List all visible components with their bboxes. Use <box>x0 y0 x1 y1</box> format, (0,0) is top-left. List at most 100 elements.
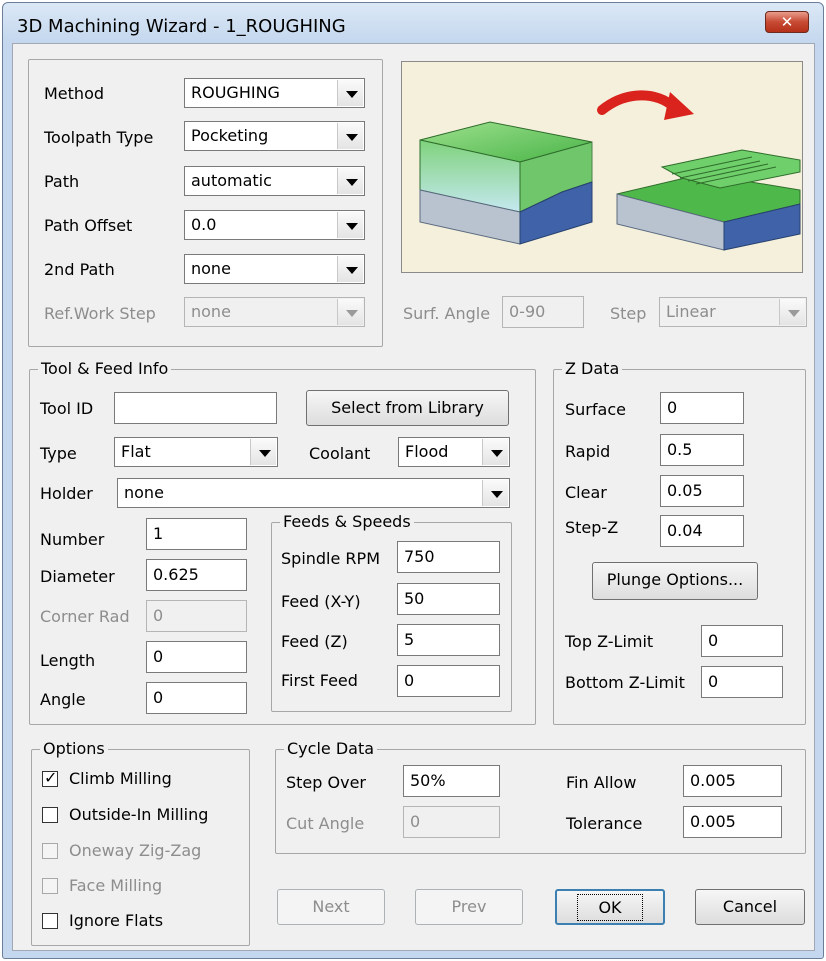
outside-in-checkbox[interactable] <box>42 807 58 823</box>
dialog-window: 3D Machining Wizard - 1_ROUGHING ✕ Metho… <box>2 2 824 959</box>
length-label: Length <box>40 651 96 670</box>
spindle-rpm-label: Spindle RPM <box>281 549 380 568</box>
toolpath-type-label: Toolpath Type <box>44 128 154 147</box>
chevron-down-icon <box>337 212 363 238</box>
method-label: Method <box>44 84 105 103</box>
bottom-z-limit-label: Bottom Z-Limit <box>565 673 685 692</box>
chevron-down-icon <box>779 299 805 325</box>
rapid-field[interactable]: 0.5 <box>660 434 744 466</box>
next-button: Next <box>277 889 385 925</box>
ignore-flats-label[interactable]: Ignore Flats <box>69 911 163 930</box>
ignore-flats-checkbox[interactable] <box>42 913 58 929</box>
rapid-label: Rapid <box>565 442 611 461</box>
roughing-illustration <box>419 90 801 251</box>
number-field[interactable]: 1 <box>146 518 247 550</box>
corner-rad-field: 0 <box>146 600 247 632</box>
plunge-options-button[interactable]: Plunge Options... <box>592 562 758 600</box>
clear-field[interactable]: 0.05 <box>660 475 744 507</box>
oneway-zigzag-label: Oneway Zig-Zag <box>69 841 202 860</box>
step-z-field[interactable]: 0.04 <box>660 515 744 547</box>
first-feed-field[interactable]: 0 <box>397 665 500 697</box>
tool-type-select[interactable]: Flat <box>114 437 278 467</box>
outside-in-label[interactable]: Outside-In Milling <box>69 805 208 824</box>
method-value: ROUGHING <box>191 83 280 102</box>
coolant-value: Flood <box>405 442 449 461</box>
surf-angle-label: Surf. Angle <box>403 304 491 323</box>
path-value: automatic <box>191 171 272 190</box>
climb-milling-label[interactable]: Climb Milling <box>69 769 172 788</box>
tool-type-label: Type <box>40 444 77 463</box>
options-title: Options <box>40 739 108 758</box>
tool-id-field[interactable] <box>114 392 277 424</box>
toolpath-type-select[interactable]: Pocketing <box>184 121 365 151</box>
step-over-label: Step Over <box>286 773 366 792</box>
oneway-zigzag-checkbox <box>42 843 58 859</box>
feed-xy-label: Feed (X-Y) <box>281 592 361 611</box>
path-offset-value: 0.0 <box>191 215 217 234</box>
ref-work-step-select: none <box>184 297 365 327</box>
cancel-button[interactable]: Cancel <box>695 889 805 925</box>
tolerance-label: Tolerance <box>566 814 643 833</box>
feed-z-label: Feed (Z) <box>281 632 348 651</box>
holder-select[interactable]: none <box>117 478 510 508</box>
step-over-field[interactable]: 50% <box>403 765 500 797</box>
surface-field[interactable]: 0 <box>660 392 744 424</box>
number-label: Number <box>40 530 105 549</box>
surface-label: Surface <box>565 400 626 419</box>
tool-id-label: Tool ID <box>40 399 94 418</box>
holder-value: none <box>124 483 164 502</box>
feed-xy-field[interactable]: 50 <box>397 583 500 615</box>
face-milling-checkbox <box>42 878 58 894</box>
cut-angle-label: Cut Angle <box>286 814 365 833</box>
angle-field[interactable]: 0 <box>146 682 247 714</box>
path-select[interactable]: automatic <box>184 166 365 196</box>
bottom-z-limit-field[interactable]: 0 <box>701 666 783 698</box>
tool-feed-title: Tool & Feed Info <box>38 359 172 378</box>
ok-button[interactable]: OK <box>555 889 665 925</box>
tool-type-value: Flat <box>121 442 151 461</box>
select-from-library-button[interactable]: Select from Library <box>306 390 509 426</box>
corner-rad-label: Corner Rad <box>40 607 130 626</box>
chevron-down-icon <box>337 80 363 106</box>
feeds-speeds-title: Feeds & Speeds <box>280 512 414 531</box>
cycle-data-title: Cycle Data <box>284 739 378 758</box>
tolerance-field[interactable]: 0.005 <box>683 806 782 838</box>
ref-work-step-label: Ref.Work Step <box>44 304 156 323</box>
ok-button-label: OK <box>577 894 643 921</box>
spindle-rpm-field[interactable]: 750 <box>397 541 500 573</box>
length-field[interactable]: 0 <box>146 641 247 673</box>
second-path-label: 2nd Path <box>44 260 115 279</box>
chevron-down-icon <box>337 123 363 149</box>
chevron-down-icon <box>482 439 508 465</box>
top-z-limit-field[interactable]: 0 <box>701 625 783 657</box>
window-title: 3D Machining Wizard - 1_ROUGHING <box>17 16 346 37</box>
climb-milling-checkbox[interactable]: ✓ <box>42 768 58 787</box>
feed-z-field[interactable]: 5 <box>397 624 500 656</box>
chevron-down-icon <box>337 256 363 282</box>
coolant-select[interactable]: Flood <box>398 437 510 467</box>
chevron-down-icon <box>337 168 363 194</box>
toolpath-type-value: Pocketing <box>191 126 269 145</box>
path-offset-select[interactable]: 0.0 <box>184 210 365 240</box>
chevron-down-icon <box>337 299 363 325</box>
step-label: Step <box>610 304 647 323</box>
surf-angle-field: 0-90 <box>502 296 584 328</box>
z-data-title: Z Data <box>562 359 623 378</box>
close-button[interactable]: ✕ <box>765 11 809 33</box>
clear-label: Clear <box>565 483 607 502</box>
method-select[interactable]: ROUGHING <box>184 78 365 108</box>
diameter-field[interactable]: 0.625 <box>146 559 247 591</box>
chevron-down-icon <box>482 480 508 506</box>
machining-preview-image <box>401 61 803 273</box>
fin-allow-field[interactable]: 0.005 <box>683 765 782 797</box>
step-z-label: Step-Z <box>565 518 619 537</box>
prev-button: Prev <box>415 889 523 925</box>
second-path-select[interactable]: none <box>184 254 365 284</box>
step-select: Linear <box>659 297 807 327</box>
cut-angle-field: 0 <box>403 806 500 838</box>
fin-allow-label: Fin Allow <box>566 773 637 792</box>
checkmark-icon: ✓ <box>44 768 58 787</box>
holder-label: Holder <box>40 484 93 503</box>
chevron-down-icon <box>250 439 276 465</box>
angle-label: Angle <box>40 690 86 709</box>
